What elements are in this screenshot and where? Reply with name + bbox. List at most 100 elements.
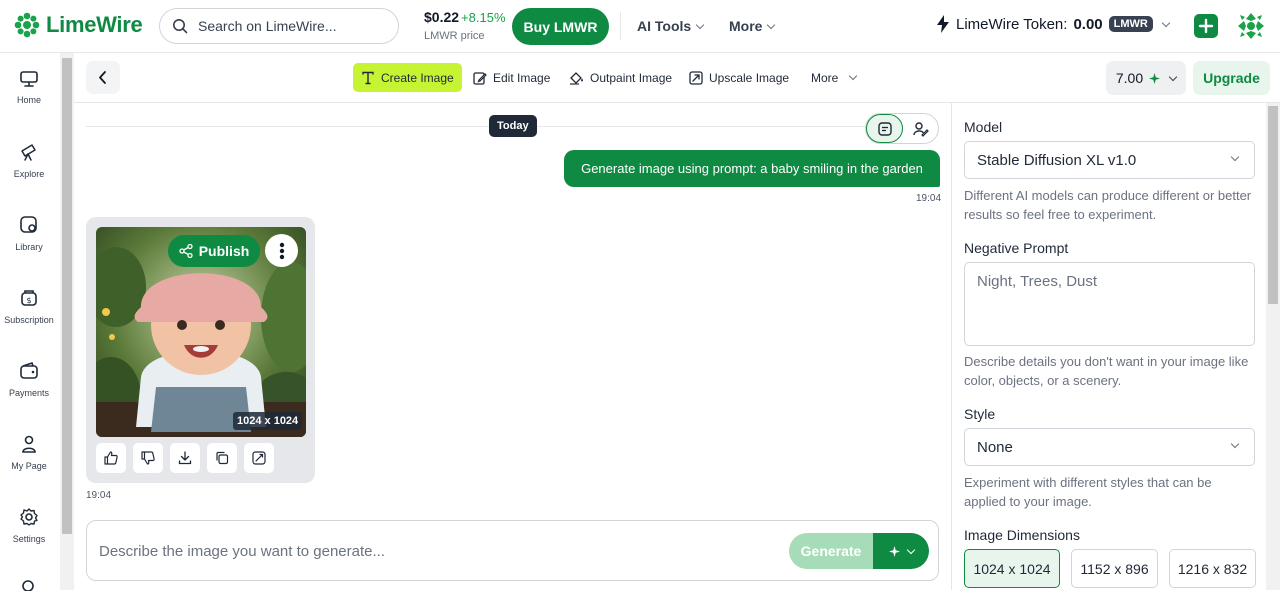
panel-scrollbar-thumb[interactable] <box>1268 106 1278 304</box>
dimension-option-1216x832[interactable]: 1216 x 832 <box>1169 549 1256 588</box>
tab-upscale-image[interactable]: Upscale Image <box>681 63 797 92</box>
chevron-down-icon <box>767 20 776 29</box>
divider <box>86 126 866 127</box>
sidebar-scrollbar-thumb[interactable] <box>62 58 72 534</box>
model-select[interactable]: Stable Diffusion XL v1.0 <box>964 141 1255 179</box>
plus-icon <box>1198 18 1214 34</box>
edit-icon <box>473 71 487 85</box>
negative-prompt-input[interactable]: Night, Trees, Dust <box>964 262 1255 346</box>
library-icon <box>20 216 37 233</box>
limewire-logo-icon <box>14 12 40 38</box>
chevron-down-icon <box>1230 439 1240 449</box>
tab-label: More <box>811 70 839 85</box>
publish-button[interactable]: Publish <box>168 235 260 267</box>
style-label: Style <box>964 406 996 422</box>
more-menu[interactable]: More <box>729 18 776 34</box>
tool-bar: Create Image Edit Image Outpaint Image U… <box>74 53 1280 103</box>
token-balance[interactable]: LimeWire Token: 0.00 LMWR <box>936 15 1171 33</box>
search-input[interactable]: Search on LimeWire... <box>159 8 399 44</box>
logo-text: LimeWire <box>46 12 143 37</box>
share-icon <box>179 244 193 258</box>
date-divider: Today <box>489 115 537 137</box>
more-options-button[interactable] <box>265 234 298 267</box>
token-amount: 0.00 <box>1073 15 1103 33</box>
sidebar-item-explore[interactable]: Explore <box>0 142 58 179</box>
sidebar-item-settings[interactable]: Settings <box>0 507 58 544</box>
sidebar-item-payments[interactable]: Payments <box>0 361 58 398</box>
token-label: LimeWire Token: <box>956 15 1068 33</box>
text-icon <box>362 71 374 84</box>
more-vertical-icon <box>279 242 284 259</box>
download-button[interactable] <box>170 443 200 473</box>
tab-outpaint-image[interactable]: Outpaint Image <box>561 63 680 92</box>
style-select[interactable]: None <box>964 428 1255 466</box>
sidebar-label: Subscription <box>4 315 54 325</box>
buy-lmwr-button[interactable]: Buy LMWR <box>512 8 609 45</box>
chat-area: Today Generate image using prompt: a bab… <box>74 103 951 590</box>
message-icon <box>877 121 892 136</box>
tab-label: Create Image <box>381 70 454 85</box>
dimension-option-1024x1024[interactable]: 1024 x 1024 <box>964 549 1060 588</box>
user-edit-icon <box>912 121 929 137</box>
search-placeholder: Search on LimeWire... <box>198 18 337 34</box>
paint-bucket-icon <box>570 71 583 85</box>
sidebar-item-library[interactable]: Library <box>0 215 58 252</box>
sparkle-icon <box>1149 72 1161 84</box>
sidebar-label: Library <box>15 242 43 252</box>
gallery-view-button[interactable] <box>903 114 938 143</box>
avatar[interactable] <box>1236 11 1266 41</box>
tab-label: Upscale Image <box>709 70 790 85</box>
sidebar: Home Explore Library $ Subscription Paym… <box>0 53 60 591</box>
gear-icon <box>20 508 38 526</box>
negative-prompt-placeholder: Night, Trees, Dust <box>977 273 1098 290</box>
add-button[interactable] <box>1194 14 1218 38</box>
tab-more[interactable]: More <box>803 63 864 92</box>
limewire-logo[interactable]: LimeWire <box>14 12 143 38</box>
dislike-button[interactable] <box>133 443 163 473</box>
credits-dropdown[interactable]: 7.00 <box>1106 61 1186 95</box>
chevron-left-icon <box>99 71 106 84</box>
sidebar-label: My Page <box>11 461 47 471</box>
price-label: LMWR price <box>424 30 485 42</box>
generated-image-card: Publish 1024 x 1024 <box>86 217 315 483</box>
price-change: +8.15% <box>461 10 506 25</box>
thumbs-down-icon <box>141 451 155 465</box>
back-button[interactable] <box>86 61 120 94</box>
tab-edit-image[interactable]: Edit Image <box>465 63 558 92</box>
sidebar-item-search[interactable] <box>0 577 58 591</box>
generate-button[interactable]: Generate <box>789 533 873 569</box>
sidebar-item-subscription[interactable]: $ Subscription <box>0 288 58 325</box>
tab-create-image[interactable]: Create Image <box>353 63 462 92</box>
tab-label: Outpaint Image <box>590 70 673 85</box>
thumbs-up-icon <box>104 451 118 465</box>
sparkle-icon <box>888 545 900 557</box>
prompt-input[interactable]: Describe the image you want to generate.… <box>86 520 939 581</box>
image-dimensions-label: Image Dimensions <box>964 527 1080 543</box>
chevron-down-icon <box>1230 152 1240 162</box>
image-dimensions-badge: 1024 x 1024 <box>233 412 303 430</box>
chevron-down-icon <box>1161 18 1171 27</box>
download-icon <box>178 451 192 465</box>
message-timestamp: 19:04 <box>86 490 112 501</box>
avatar-icon <box>1236 11 1266 41</box>
sidebar-item-my-page[interactable]: My Page <box>0 434 58 471</box>
ai-tools-menu[interactable]: AI Tools <box>637 18 705 34</box>
sidebar-label: Settings <box>12 534 46 544</box>
view-toggle[interactable] <box>865 113 939 144</box>
generated-image[interactable]: Publish 1024 x 1024 <box>96 227 306 437</box>
chat-view-button[interactable] <box>866 114 903 143</box>
model-help-text: Different AI models can produce differen… <box>964 188 1252 222</box>
message-timestamp: 19:04 <box>916 193 942 204</box>
divider <box>620 12 621 40</box>
generate-options-button[interactable] <box>873 533 929 569</box>
copy-button[interactable] <box>207 443 237 473</box>
chevron-down-icon <box>906 545 915 554</box>
upgrade-button[interactable]: Upgrade <box>1193 61 1270 95</box>
sidebar-item-home[interactable]: Home <box>0 70 58 105</box>
dimension-option-1152x896[interactable]: 1152 x 896 <box>1071 549 1158 588</box>
edit-image-button[interactable] <box>244 443 274 473</box>
search-icon <box>22 580 34 591</box>
like-button[interactable] <box>96 443 126 473</box>
lmwr-price: $0.22 +8.15% LMWR price <box>424 9 506 42</box>
settings-panel: Model Stable Diffusion XL v1.0 Different… <box>951 103 1266 590</box>
